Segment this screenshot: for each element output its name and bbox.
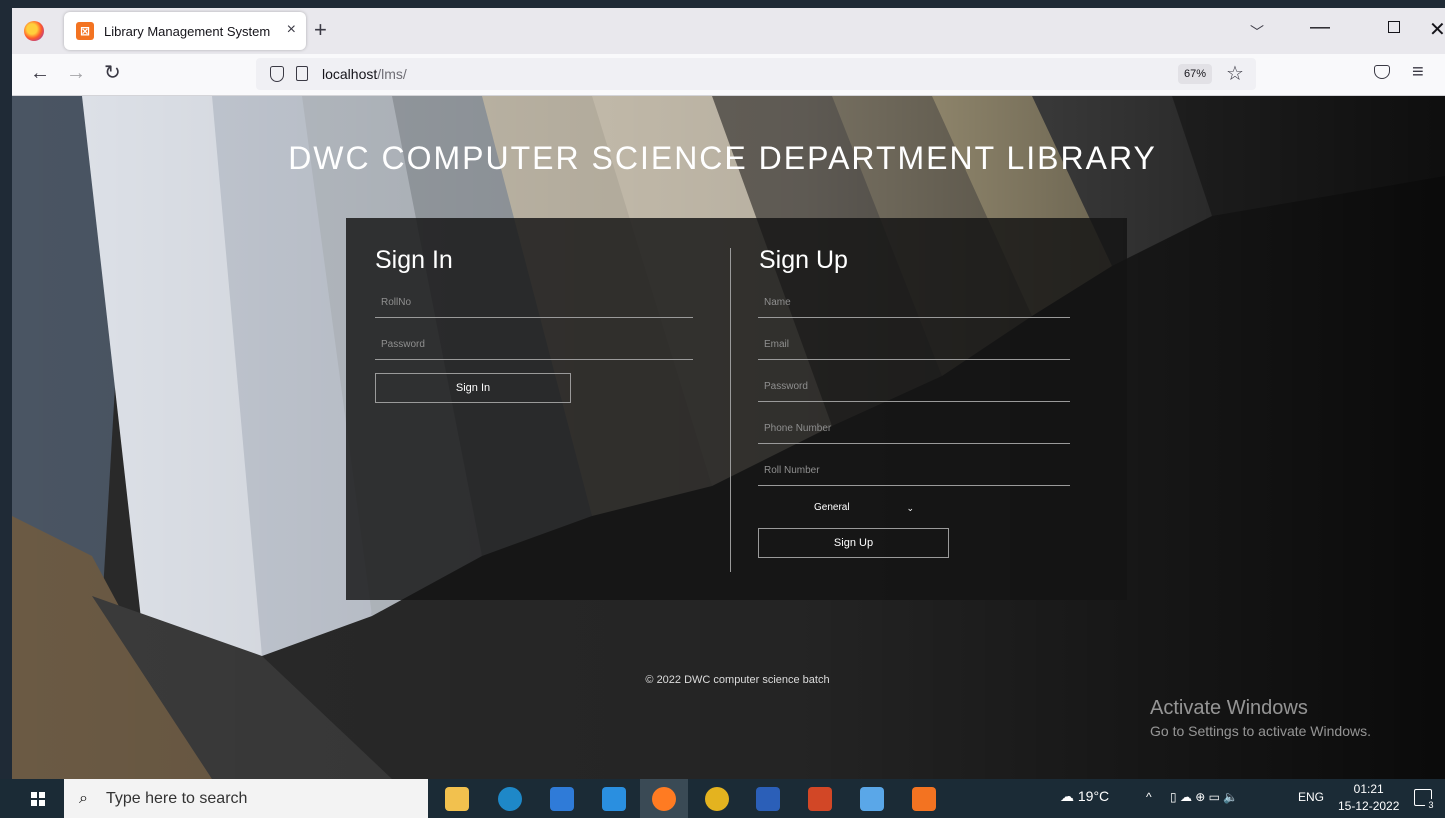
chevron-down-icon: ⌄ [906, 503, 914, 513]
signin-button[interactable]: Sign In [375, 373, 571, 403]
taskbar-search-text: Type here to search [106, 790, 248, 807]
forward-arrow-icon[interactable]: → [66, 63, 86, 83]
browser-toolbar: ← → ↻ localhost/lms/ 67% ☆ ≡ [12, 54, 1445, 96]
rollno-input[interactable] [375, 288, 693, 317]
notification-count: 3 [1425, 799, 1437, 811]
signup-button[interactable]: Sign Up [758, 528, 949, 558]
firefox-icon[interactable] [24, 21, 44, 41]
search-icon: ⌕ [79, 790, 88, 807]
store-icon[interactable] [550, 787, 574, 811]
shield-icon[interactable] [270, 66, 284, 82]
tray-chevron-icon[interactable]: ^ [1146, 790, 1152, 804]
page-icon [296, 66, 308, 81]
clock-date: 15-12-2022 [1338, 799, 1400, 813]
signup-heading: Sign Up [759, 246, 848, 274]
panel-divider [730, 248, 731, 572]
url-text[interactable]: localhost/lms/ [322, 66, 407, 82]
windows-taskbar: ⌕ Type here to search ☁ 19°C ^ ▯ ☁ ⊕ ▭ 🔈… [0, 779, 1445, 818]
weather-widget[interactable]: ☁ 19°C [1060, 788, 1109, 805]
taskbar-clock[interactable]: 01:21 15-12-2022 [1338, 781, 1399, 815]
signup-email-field[interactable] [758, 330, 1070, 360]
hamburger-menu-icon[interactable]: ≡ [1412, 61, 1424, 84]
weather-temp: 19°C [1077, 788, 1110, 804]
browser-tab[interactable]: ⊠ Library Management System × [64, 12, 306, 50]
signup-password-field[interactable] [758, 372, 1070, 402]
app-icon[interactable] [860, 787, 884, 811]
mail-icon[interactable] [602, 787, 626, 811]
window-close-icon[interactable]: ✕ [1429, 17, 1445, 42]
name-input[interactable] [758, 288, 1070, 317]
category-selected-value: General [814, 502, 850, 513]
signin-password-input[interactable] [375, 330, 693, 359]
window-restore-icon[interactable] [1388, 21, 1400, 33]
activate-subtitle: Go to Settings to activate Windows. [1150, 723, 1371, 739]
browser-tab-bar: ⊠ Library Management System × + ﹀ — ✕ [12, 8, 1445, 54]
powerpoint-icon[interactable] [808, 787, 832, 811]
chrome-icon[interactable] [705, 787, 729, 811]
xampp-taskbar-icon[interactable] [912, 787, 936, 811]
signup-roll-field[interactable] [758, 456, 1070, 486]
activate-windows-watermark: Activate Windows Go to Settings to activ… [1150, 697, 1371, 739]
signup-phone-field[interactable] [758, 414, 1070, 444]
signup-name-field[interactable] [758, 288, 1070, 318]
file-explorer-icon[interactable] [445, 787, 469, 811]
screen: ⊠ Library Management System × + ﹀ — ✕ ← … [0, 0, 1445, 818]
back-arrow-icon[interactable]: ← [30, 63, 50, 83]
xampp-favicon-icon: ⊠ [76, 22, 94, 40]
activate-title: Activate Windows [1150, 697, 1308, 719]
windows-start-icon[interactable] [31, 792, 45, 806]
zoom-level-badge[interactable]: 67% [1178, 64, 1213, 84]
url-path: /lms/ [377, 66, 407, 82]
signup-password-input[interactable] [758, 372, 1070, 401]
tab-list-chevron-icon[interactable]: ﹀ [1250, 22, 1264, 42]
email-input[interactable] [758, 330, 1070, 359]
signin-heading: Sign In [375, 246, 453, 274]
clock-time: 01:21 [1353, 782, 1384, 796]
taskbar-search-box[interactable]: ⌕ Type here to search [64, 779, 428, 818]
language-indicator[interactable]: ENG [1298, 790, 1324, 804]
tab-close-icon[interactable]: × [287, 21, 296, 39]
new-tab-icon[interactable]: + [314, 19, 327, 41]
signin-password-field[interactable] [375, 330, 693, 360]
firefox-taskbar-icon[interactable] [652, 787, 676, 811]
address-bar[interactable]: localhost/lms/ 67% ☆ [256, 58, 1256, 90]
footer-copyright: © 2022 DWC computer science batch [645, 674, 830, 686]
page-title: DWC COMPUTER SCIENCE DEPARTMENT LIBRARY [288, 140, 1157, 176]
url-host: localhost [322, 66, 378, 82]
tray-icons[interactable]: ▯ ☁ ⊕ ▭ 🔈 [1170, 790, 1238, 804]
pocket-icon[interactable] [1374, 65, 1390, 79]
roll-number-input[interactable] [758, 456, 1070, 485]
signin-rollno-field[interactable] [375, 288, 693, 318]
category-select[interactable]: General ⌄ [808, 498, 920, 518]
reload-icon[interactable]: ↻ [104, 63, 121, 83]
phone-input[interactable] [758, 414, 1070, 443]
bookmark-star-icon[interactable]: ☆ [1226, 61, 1244, 86]
edge-icon[interactable] [498, 787, 522, 811]
word-icon[interactable] [756, 787, 780, 811]
auth-panel [346, 218, 1127, 600]
window-minimize-icon[interactable]: — [1310, 16, 1330, 39]
tab-title: Library Management System [104, 23, 271, 39]
notification-icon[interactable]: 3 [1414, 789, 1437, 811]
